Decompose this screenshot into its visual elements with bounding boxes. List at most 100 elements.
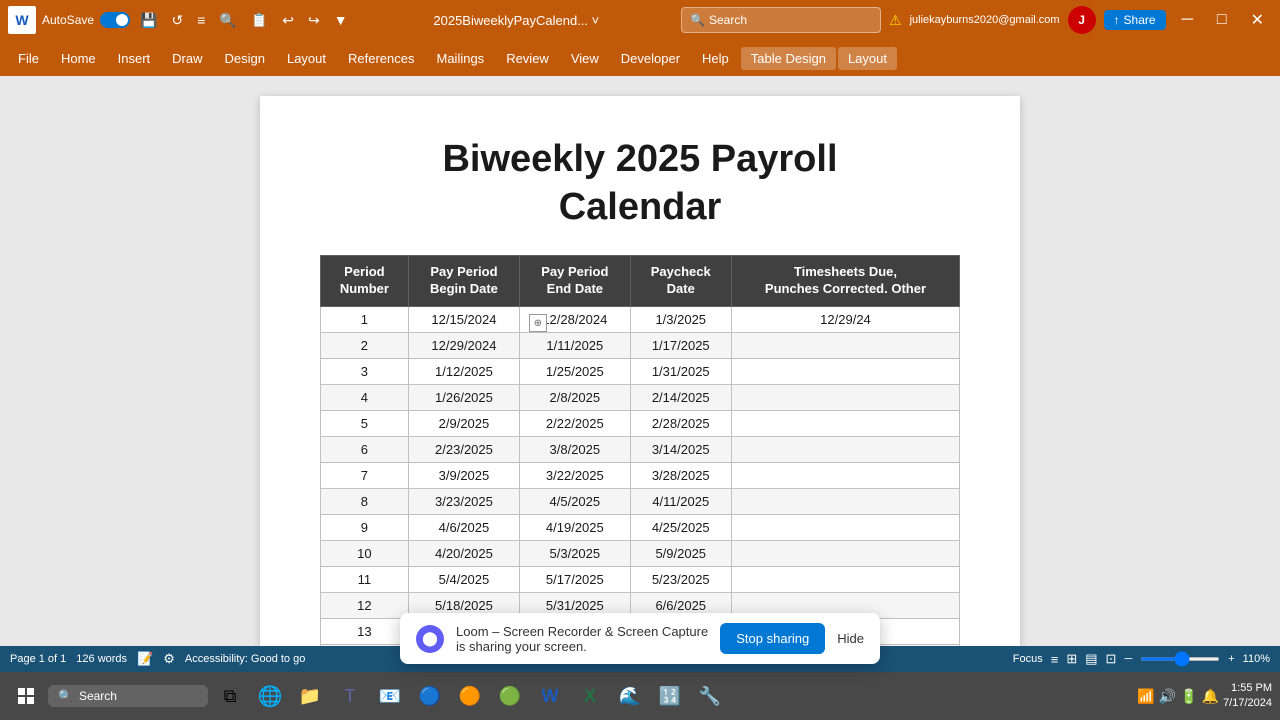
view-icon3[interactable]: ▤ [1085,651,1097,667]
menu-layout-table[interactable]: Layout [838,47,897,70]
menu-draw[interactable]: Draw [162,47,212,70]
taskbar-search-label: Search [79,689,117,703]
cell-6-1: 3/9/2025 [408,462,519,488]
menu-home[interactable]: Home [51,47,106,70]
table-header-row: PeriodNumber Pay PeriodBegin Date Pay Pe… [321,256,960,307]
title-line2: Calendar [559,186,722,228]
zoom-slider[interactable] [1140,657,1220,661]
cell-3-4 [731,384,959,410]
view-icon4[interactable]: ⊡ [1106,651,1117,667]
word-count: 126 words [76,653,127,665]
start-button[interactable] [8,678,44,714]
taskbar-calc[interactable]: 🔢 [652,678,688,714]
table-move-handle[interactable]: ⊕ [529,314,547,332]
autosave-label: AutoSave [42,13,94,27]
taskbar: 🔍 Search ⧉ 🌐 📁 T 📧 🔵 🟠 🟢 W X 🌊 🔢 🔧 📶 🔊 🔋… [0,672,1280,720]
menu-review[interactable]: Review [496,47,559,70]
minimize-button[interactable]: ─ [1174,11,1201,29]
hide-link[interactable]: Hide [837,631,864,646]
cell-3-2: 2/8/2025 [520,384,630,410]
cell-8-4 [731,514,959,540]
taskbar-teams[interactable]: T [332,678,368,714]
taskbar-outlook[interactable]: 📧 [372,678,408,714]
taskbar-word[interactable]: W [532,678,568,714]
page-info: Page 1 of 1 [10,653,66,665]
cell-3-1: 1/26/2025 [408,384,519,410]
close-button[interactable]: ✕ [1243,10,1272,30]
taskbar-chrome[interactable]: 🔵 [412,678,448,714]
menu-design[interactable]: Design [215,47,275,70]
zoom-plus[interactable]: + [1228,653,1234,665]
menu-mailings[interactable]: Mailings [427,47,495,70]
taskbar-app2[interactable]: 🟢 [492,678,528,714]
cell-1-1: 12/29/2024 [408,332,519,358]
stop-sharing-button[interactable]: Stop sharing [720,623,825,646]
menu-view[interactable]: View [561,47,609,70]
notification-icon: 🔔 [1202,688,1219,705]
taskbar-clock: 1:55 PM 7/17/2024 [1223,681,1272,712]
cell-2-0: 3 [321,358,409,384]
autosave-toggle[interactable] [100,12,130,28]
customize-icon[interactable]: ▼ [330,10,352,30]
cell-5-4 [731,436,959,462]
menu-developer[interactable]: Developer [611,47,690,70]
taskbar-task-view[interactable]: ⧉ [212,678,248,714]
table-row: 83/23/20254/5/20254/11/2025 [321,488,960,514]
cell-1-0: 2 [321,332,409,358]
menu-table-design[interactable]: Table Design [741,47,836,70]
taskbar-excel[interactable]: X [572,678,608,714]
cell-13-0: 14 [321,644,409,646]
taskbar-search-icon: 🔍 [58,689,73,703]
menu-insert[interactable]: Insert [108,47,161,70]
redo-icon[interactable]: ↪ [304,10,324,31]
cell-3-3: 2/14/2025 [630,384,731,410]
doc-area: ⊕ Biweekly 2025 Payroll Calendar PeriodN… [0,76,1280,646]
cell-9-2: 5/3/2025 [520,540,630,566]
view-icon2[interactable]: ⊞ [1066,651,1077,667]
settings-icon: ⚙ [163,651,175,667]
table-row: 62/23/20253/8/20253/14/2025 [321,436,960,462]
taskbar-search[interactable]: 🔍 Search [48,685,208,707]
col-end-date: Pay PeriodEnd Date [520,256,630,307]
cell-4-1: 2/9/2025 [408,410,519,436]
filename: 2025BiweeklyPayCalend... ˅ [360,13,673,28]
menu-help[interactable]: Help [692,47,739,70]
user-avatar[interactable]: J [1068,6,1096,34]
menu-references[interactable]: References [338,47,424,70]
title-line1: Biweekly 2025 Payroll [442,138,837,180]
taskbar-edge[interactable]: 🌐 [252,678,288,714]
taskbar-app4[interactable]: 🔧 [692,678,728,714]
zoom-minus[interactable]: ─ [1124,653,1132,665]
refresh-icon[interactable]: ↺ [167,10,187,31]
focus-label[interactable]: Focus [1013,653,1043,665]
battery-icon: 🔋 [1180,688,1197,705]
cell-7-2: 4/5/2025 [520,488,630,514]
taskbar-app1[interactable]: 🟠 [452,678,488,714]
clipboard-icon[interactable]: 📋 [247,10,272,31]
undo-icon[interactable]: ↩ [278,10,298,31]
taskbar-sys-icons: 📶 🔊 🔋 🔔 [1137,688,1219,705]
taskbar-app3[interactable]: 🌊 [612,678,648,714]
menu-layout[interactable]: Layout [277,47,336,70]
cell-9-4 [731,540,959,566]
word-logo: W [8,6,36,34]
cell-12-0: 13 [321,618,409,644]
menu-file[interactable]: File [8,47,49,70]
loom-icon: ⬤ [416,625,444,647]
cell-0-4: 12/29/24 [731,306,959,332]
find-icon[interactable]: 🔍 [215,10,240,31]
table-row: 73/9/20253/22/20253/28/2025 [321,462,960,488]
cell-0-1: 12/15/2024 [408,306,519,332]
cell-0-3: 1/3/2025 [630,306,731,332]
cell-7-3: 4/11/2025 [630,488,731,514]
share-button[interactable]: ↑ Share [1104,10,1166,30]
view-icon1[interactable]: ≡ [1051,652,1059,667]
taskbar-explorer[interactable]: 📁 [292,678,328,714]
restore-button[interactable]: □ [1209,11,1235,29]
cell-8-0: 9 [321,514,409,540]
format-icon[interactable]: ≡ [193,10,209,30]
cell-10-2: 5/17/2025 [520,566,630,592]
save-icon[interactable]: 💾 [136,10,161,31]
clock-date: 7/17/2024 [1223,696,1272,711]
title-search-box[interactable]: 🔍 Search [681,7,881,33]
